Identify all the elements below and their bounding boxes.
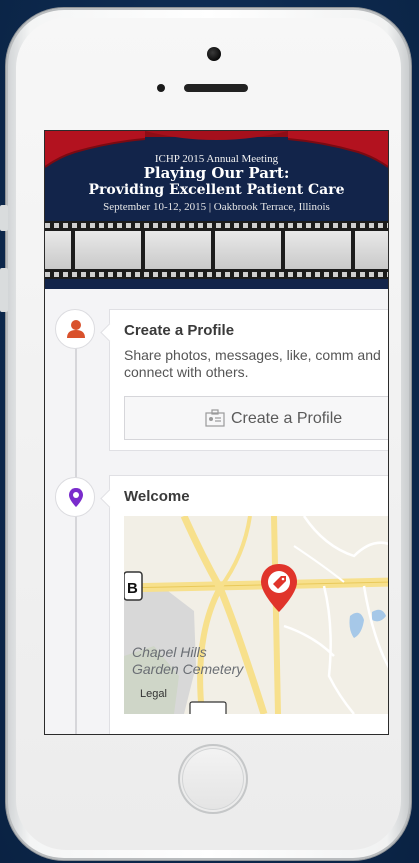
phone-screen: ICHP 2015 Annual Meeting Playing Our Par… xyxy=(44,130,389,735)
film-holes-bottom xyxy=(45,272,388,277)
timeline-feed[interactable]: Create a Profile Share photos, messages,… xyxy=(45,289,388,734)
map-label: Garden Cemetery xyxy=(132,661,244,677)
card-title: Welcome xyxy=(124,488,190,505)
timeline-icon-profile xyxy=(55,309,95,349)
proximity-sensor xyxy=(157,84,165,92)
map-marker-icon[interactable] xyxy=(258,562,300,614)
film-frame xyxy=(75,231,141,269)
location-pin-icon xyxy=(69,488,83,507)
filmstrip-graphic xyxy=(45,221,388,279)
create-profile-card: Create a Profile Share photos, messages,… xyxy=(109,309,388,451)
welcome-map[interactable]: B Chapel Hills Garden Cemetery Legal xyxy=(124,516,388,714)
home-button[interactable] xyxy=(178,744,248,814)
card-description: Share photos, messages, like, comm and c… xyxy=(124,347,381,380)
map-legal-link[interactable]: Legal xyxy=(140,688,167,700)
film-frame xyxy=(355,231,388,269)
create-profile-button[interactable]: Create a Profile xyxy=(124,396,388,440)
banner-title-line2: Providing Excellent Patient Care xyxy=(88,182,345,198)
event-banner: ICHP 2015 Annual Meeting Playing Our Par… xyxy=(45,131,388,289)
banner-date-location: September 10-12, 2015 | Oakbrook Terrace… xyxy=(103,201,330,213)
film-frame xyxy=(45,231,71,269)
front-camera xyxy=(207,47,221,61)
film-frame xyxy=(145,231,211,269)
film-frame xyxy=(215,231,281,269)
banner-title-line1: Playing Our Part: xyxy=(143,164,290,182)
timeline-line xyxy=(75,319,77,734)
map-label: Chapel Hills xyxy=(132,644,207,660)
mute-switch xyxy=(0,205,8,231)
film-holes-top xyxy=(45,223,388,228)
welcome-card: Welcome B Chapel Hills Garden Cemetery L… xyxy=(109,475,388,734)
backdrop: ICHP 2015 Annual Meeting Playing Our Par… xyxy=(0,0,419,863)
map-roads xyxy=(124,516,388,714)
person-icon xyxy=(67,320,85,338)
film-frame xyxy=(285,231,351,269)
create-profile-button-label: Create a Profile xyxy=(231,410,343,427)
earpiece-speaker xyxy=(184,84,248,92)
card-title: Create a Profile xyxy=(124,322,235,339)
timeline-icon-welcome xyxy=(55,477,95,517)
volume-up-button xyxy=(0,268,8,312)
road-sign-label: B xyxy=(127,580,138,597)
id-card-icon xyxy=(205,409,225,427)
